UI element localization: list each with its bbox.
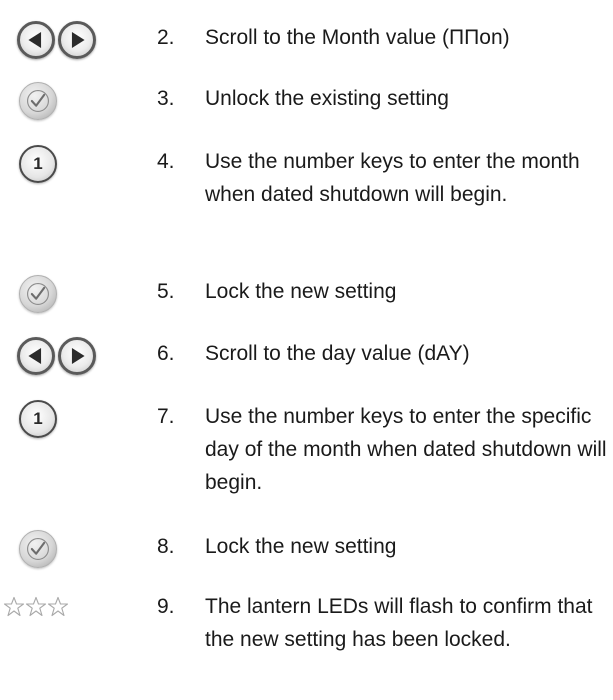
- step-number: 4.: [157, 150, 175, 173]
- number-one-icon[interactable]: 1: [19, 400, 57, 438]
- led-flash-cell: [0, 590, 140, 640]
- check-icon[interactable]: [19, 82, 57, 120]
- step-text: Scroll to the Month value (ΠΠon): [205, 26, 510, 49]
- step-text: Lock the new setting: [205, 535, 397, 558]
- scroll-buttons: [0, 21, 140, 71]
- step-number: 8.: [157, 535, 175, 558]
- step-text: Scroll to the day value (dAY): [205, 342, 470, 365]
- stars-icon: [3, 596, 69, 617]
- step-number: 2.: [157, 26, 175, 49]
- check-icon[interactable]: [19, 530, 57, 568]
- lock-button-cell: [0, 275, 140, 325]
- step-text: Use the number keys to enter the month w…: [205, 150, 580, 206]
- right-arrow-icon[interactable]: [58, 337, 96, 375]
- check-icon[interactable]: [19, 275, 57, 313]
- lock-button-cell: [0, 530, 140, 580]
- number-one-icon[interactable]: 1: [19, 145, 57, 183]
- step-text: Lock the new setting: [205, 280, 397, 303]
- number-key-cell: 1: [0, 145, 140, 195]
- scroll-buttons: [0, 337, 140, 387]
- left-arrow-icon[interactable]: [17, 21, 55, 59]
- step-number: 6.: [157, 342, 175, 365]
- step-text: Use the number keys to enter the specifi…: [205, 405, 607, 494]
- step-number: 7.: [157, 405, 175, 428]
- number-key-cell: 1: [0, 400, 140, 450]
- right-arrow-icon[interactable]: [58, 21, 96, 59]
- step-text: Unlock the existing setting: [205, 87, 449, 110]
- step-number: 3.: [157, 87, 175, 110]
- lock-button-cell: [0, 82, 140, 132]
- left-arrow-icon[interactable]: [17, 337, 55, 375]
- step-number: 9.: [157, 595, 175, 618]
- step-number: 5.: [157, 280, 175, 303]
- step-text: The lantern LEDs will flash to confirm t…: [205, 595, 593, 651]
